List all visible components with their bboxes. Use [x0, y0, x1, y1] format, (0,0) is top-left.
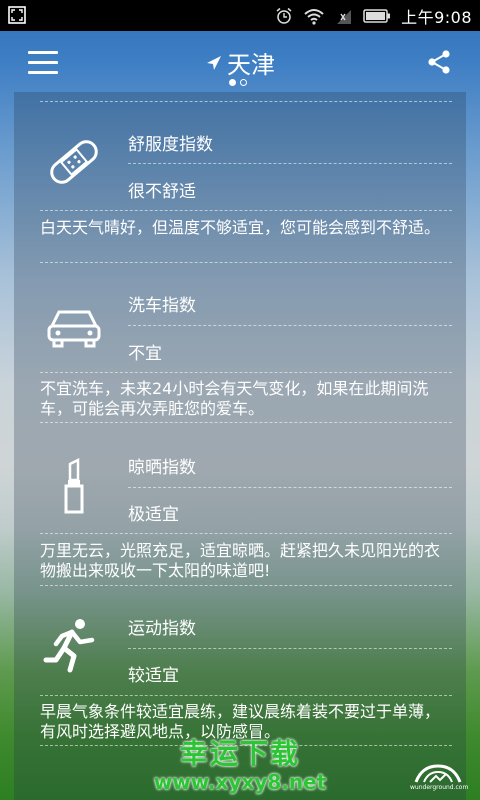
city-title-wrap: 天津	[0, 45, 480, 80]
index-title: 舒服度指数	[128, 135, 213, 155]
divider	[128, 487, 452, 488]
wunderground-text: wunderground.com	[410, 784, 469, 791]
divider	[40, 533, 452, 534]
lipstick-icon	[64, 458, 84, 514]
divider	[128, 325, 452, 326]
signal-icon	[337, 9, 352, 24]
city-title[interactable]: 天津	[205, 45, 275, 80]
divider	[40, 101, 452, 102]
page-dot-active	[229, 79, 236, 86]
location-arrow-icon	[207, 55, 221, 70]
index-level: 不宜	[128, 344, 162, 364]
index-description: 不宜洗车，未来24小时会有天气变化，如果在此期间洗车，可能会再次弄脏您的爱车。	[40, 379, 429, 418]
divider	[40, 585, 452, 586]
car-icon	[47, 310, 101, 348]
running-person-icon	[43, 619, 95, 673]
page-indicator	[229, 79, 247, 86]
wifi-icon	[304, 8, 324, 25]
status-bar: 上午9:08	[0, 0, 480, 31]
divider	[40, 695, 452, 696]
divider	[40, 262, 452, 263]
index-title: 运动指数	[128, 619, 196, 639]
divider	[128, 648, 452, 649]
index-title: 洗车指数	[128, 296, 196, 316]
index-description: 万里无云，光照充足，适宜晾晒。赶紧把久未见阳光的衣物搬出来吸收一下太阳的味道吧!	[40, 541, 441, 580]
divider	[40, 372, 452, 373]
watermark: 幸运下载 www.xyxy8.net	[0, 732, 480, 794]
divider	[40, 210, 452, 211]
app-header: 天津	[0, 31, 480, 93]
divider	[40, 422, 452, 423]
battery-icon	[363, 8, 391, 23]
status-time: 上午9:08	[401, 7, 472, 27]
city-name: 天津	[227, 51, 275, 79]
share-icon[interactable]	[426, 49, 452, 75]
bandage-icon	[50, 140, 98, 184]
index-level: 较适宜	[128, 666, 179, 686]
watermark-url: www.xyxy8.net	[153, 770, 327, 794]
index-title: 晾晒指数	[128, 458, 196, 478]
index-level: 很不舒适	[128, 182, 196, 202]
index-panel	[14, 92, 466, 800]
watermark-main: 幸运下载	[179, 737, 300, 770]
index-level: 极适宜	[128, 505, 179, 525]
screenshot-icon	[8, 6, 26, 24]
index-description: 白天天气晴好，但温度不够适宜，您可能会感到不舒适。	[40, 218, 441, 237]
alarm-icon	[276, 7, 292, 24]
divider	[128, 163, 452, 164]
page-dot	[240, 79, 247, 86]
